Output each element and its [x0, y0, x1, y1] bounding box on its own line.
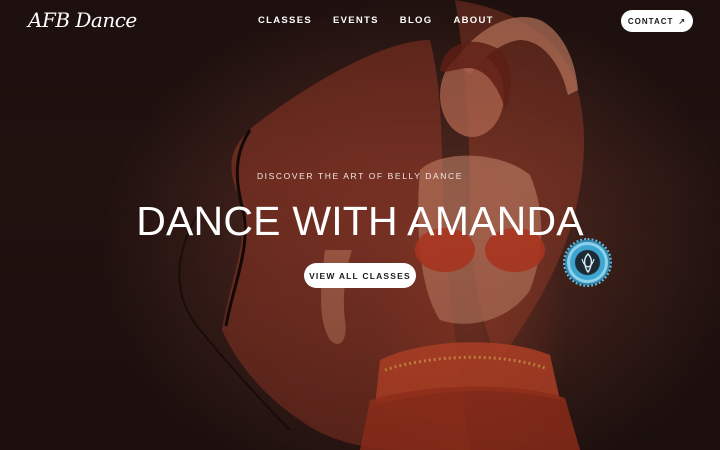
dancer-silhouette-icon: [581, 253, 595, 273]
brand-logo-text: AFB Dance: [28, 8, 137, 32]
brand-logo[interactable]: AFB Dance: [28, 8, 137, 34]
nav-item-events[interactable]: EVENTS: [333, 15, 379, 27]
nav-item-blog[interactable]: BLOG: [400, 15, 433, 27]
hero-eyebrow: DISCOVER THE ART OF BELLY DANCE: [256, 171, 464, 181]
main-nav: CLASSES EVENTS BLOG ABOUT: [258, 15, 515, 27]
nav-item-classes[interactable]: CLASSES: [258, 15, 312, 27]
nav-item-about[interactable]: ABOUT: [453, 15, 493, 27]
view-all-classes-button[interactable]: VIEW ALL CLASSES: [304, 263, 416, 288]
arrow-up-right-icon: ↗: [678, 16, 687, 26]
certification-seal-icon[interactable]: [563, 238, 612, 287]
contact-button[interactable]: CONTACT ↗: [621, 10, 693, 32]
contact-button-label: CONTACT: [627, 16, 674, 26]
view-all-classes-label: VIEW ALL CLASSES: [309, 270, 411, 281]
hero-headline: DANCE WITH AMANDA: [136, 198, 584, 244]
